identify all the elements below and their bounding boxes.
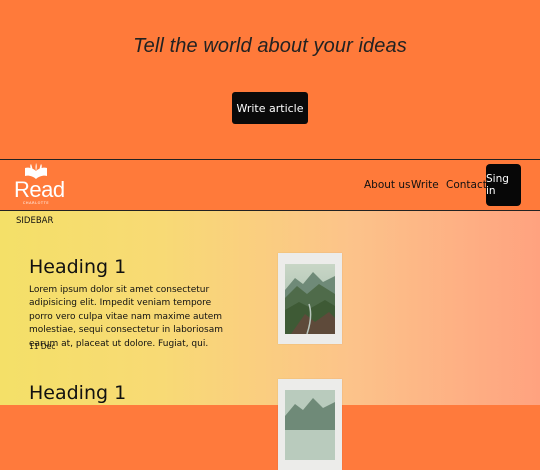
brand-logo[interactable]: Read CHARLOTTE bbox=[14, 163, 65, 209]
article-heading[interactable]: Heading 1 bbox=[29, 256, 126, 278]
brand-tagline: CHARLOTTE bbox=[22, 201, 50, 205]
brand-name: Read bbox=[14, 177, 65, 202]
hero-section: Tell the world about your ideas Write ar… bbox=[0, 0, 540, 159]
article-excerpt: Lorem ipsum dolor sit amet consectetur a… bbox=[29, 285, 223, 349]
navbar: Read CHARLOTTE About us Write Contact Si… bbox=[0, 159, 540, 211]
article-thumbnail[interactable] bbox=[278, 253, 342, 344]
nav-write-link[interactable]: Write bbox=[411, 179, 439, 191]
mountain-landscape-image bbox=[285, 390, 335, 460]
main-content: SIDEBAR Heading 1 Lorem ipsum dolor sit … bbox=[0, 211, 540, 470]
nav-about-link[interactable]: About us bbox=[364, 179, 411, 191]
write-article-button[interactable]: Write article bbox=[232, 92, 308, 124]
article-date: 11 Dec bbox=[29, 342, 56, 351]
article-thumbnail[interactable] bbox=[278, 379, 342, 470]
mountain-landscape-image bbox=[285, 264, 335, 334]
signin-button[interactable]: Sing in bbox=[486, 164, 521, 206]
nav-contact-link[interactable]: Contact bbox=[446, 179, 487, 191]
hero-title: Tell the world about your ideas bbox=[133, 35, 407, 57]
sidebar-label: SIDEBAR bbox=[16, 216, 54, 226]
article-heading[interactable]: Heading 1 bbox=[29, 382, 126, 404]
